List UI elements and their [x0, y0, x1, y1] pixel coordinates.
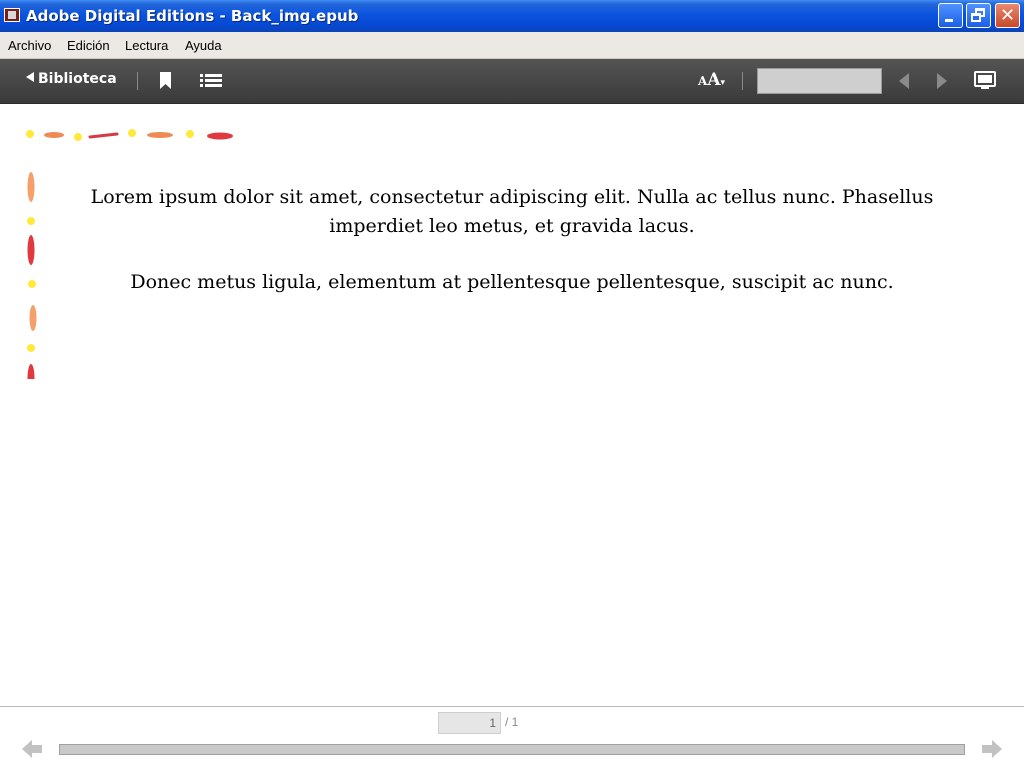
pagination-bar: 1 / 1	[0, 706, 1024, 768]
arrow-right-icon[interactable]	[981, 738, 1003, 760]
page-number-input[interactable]: 1	[438, 712, 501, 734]
page-total-label: / 1	[505, 715, 519, 729]
app-logo-icon[interactable]	[4, 8, 20, 22]
page-progress-slider[interactable]	[59, 744, 965, 755]
bookmark-icon[interactable]	[159, 72, 173, 90]
close-button[interactable]: ✕	[995, 3, 1020, 28]
window-title: Adobe Digital Editions - Back_img.epub	[26, 7, 359, 25]
back-triangle-icon	[26, 72, 34, 82]
book-page: Lorem ipsum dolor sit amet, consectetur …	[0, 104, 1024, 706]
toolbar-divider	[137, 72, 138, 90]
menu-archivo[interactable]: Archivo	[8, 38, 51, 53]
font-size-button[interactable]: AA▾	[698, 70, 725, 90]
close-icon: ✕	[999, 5, 1016, 26]
font-size-large-a: A	[707, 70, 721, 90]
search-input[interactable]	[757, 68, 882, 94]
menu-edicion[interactable]: Edición	[67, 38, 110, 53]
arrow-left-icon[interactable]	[21, 738, 43, 760]
paragraph-2: Donec metus ligula, elementum at pellent…	[130, 271, 894, 293]
library-label: Biblioteca	[38, 71, 117, 87]
library-button[interactable]: Biblioteca	[26, 71, 117, 89]
chevron-down-icon: ▾	[720, 78, 726, 88]
toc-list-icon[interactable]	[200, 73, 222, 89]
minimize-button[interactable]	[938, 3, 963, 28]
app-window: Adobe Digital Editions - Back_img.epub ✕…	[0, 0, 1024, 768]
paragraph-1: Lorem ipsum dolor sit amet, consectetur …	[90, 186, 934, 237]
font-size-small-a: A	[698, 74, 708, 88]
menu-ayuda[interactable]: Ayuda	[185, 38, 222, 53]
prev-page-icon[interactable]	[897, 72, 911, 90]
next-page-icon[interactable]	[935, 72, 949, 90]
decorative-border-image	[26, 129, 233, 379]
menu-lectura[interactable]: Lectura	[125, 38, 168, 53]
toolbar-divider-right	[742, 72, 743, 90]
menu-bar: Archivo Edición Lectura Ayuda	[0, 32, 1024, 59]
title-bar[interactable]: Adobe Digital Editions - Back_img.epub ✕	[0, 0, 1024, 32]
restore-button[interactable]	[966, 3, 991, 28]
fullscreen-icon[interactable]	[974, 71, 996, 90]
